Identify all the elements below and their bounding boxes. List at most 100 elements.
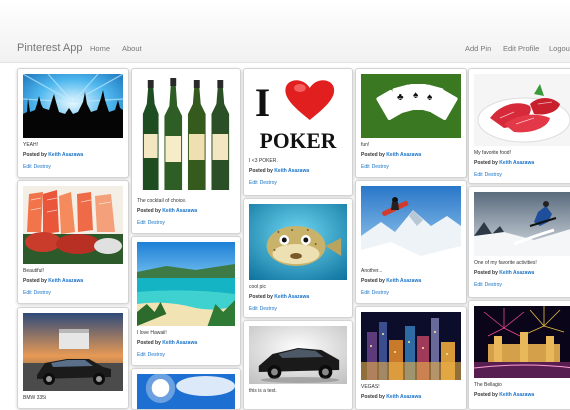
pin-card[interactable]: One of my favorite activities! Posted by…	[468, 186, 570, 298]
pin-author-link[interactable]: Keith Asazawa	[48, 152, 83, 158]
pin-author-link[interactable]: Keith Asazawa	[499, 160, 534, 166]
pin-author-link[interactable]: Keith Asazawa	[274, 168, 309, 174]
top-navbar: Pinterest App Home About Add Pin Edit Pr…	[0, 0, 570, 63]
pin-image[interactable]	[249, 204, 347, 280]
pin-image[interactable]	[23, 186, 123, 264]
pin-author-link[interactable]: Keith Asazawa	[48, 278, 83, 284]
pin-posted-by: Posted by Keith Asazawa	[474, 160, 535, 166]
destroy-link[interactable]: Destroy	[148, 352, 165, 358]
pin-actions: Edit Destroy	[249, 306, 279, 312]
pin-caption: I <3 POKER.	[249, 158, 278, 164]
pin-caption: The cocktail of choice.	[137, 198, 187, 204]
pin-caption: I love Hawaii!	[137, 330, 167, 336]
pin-image[interactable]	[137, 74, 235, 194]
pin-card[interactable]: I love Hawaii! Posted by Keith Asazawa E…	[131, 236, 241, 366]
pin-image[interactable]	[137, 242, 235, 326]
pin-image[interactable]	[249, 326, 347, 384]
poker-letter: I	[255, 81, 270, 125]
pin-card[interactable]: BMW 335i	[17, 307, 129, 409]
destroy-link[interactable]: Destroy	[372, 290, 389, 296]
pin-card[interactable]: The Bellagio Posted by Keith Asazawa	[468, 300, 570, 410]
poker-word: POKER	[260, 129, 337, 153]
pin-card[interactable]: My favorite food! Posted by Keith Asazaw…	[468, 68, 570, 184]
pin-author-link[interactable]: Keith Asazawa	[386, 278, 421, 284]
pin-posted-by: Posted by Keith Asazawa	[137, 208, 198, 214]
pin-image[interactable]	[361, 312, 461, 380]
pin-author-link[interactable]: Keith Asazawa	[162, 340, 197, 346]
pin-author-link[interactable]: Keith Asazawa	[162, 208, 197, 214]
pin-actions: Edit Destroy	[137, 352, 167, 358]
nav-edit-profile-link[interactable]: Edit Profile	[503, 44, 539, 53]
pin-image[interactable]	[474, 306, 570, 378]
pin-caption: YEAH!	[23, 142, 39, 148]
pin-actions: Edit Destroy	[474, 172, 504, 178]
pin-image[interactable]: I POKER	[249, 74, 347, 154]
pin-caption: My favorite food!	[474, 150, 511, 156]
pin-posted-by: Posted by Keith Asazawa	[23, 152, 84, 158]
pin-posted-by: Posted by Keith Asazawa	[249, 168, 310, 174]
pin-actions: Edit Destroy	[361, 290, 391, 296]
destroy-link[interactable]: Destroy	[148, 220, 165, 226]
pin-image[interactable]	[474, 74, 570, 146]
destroy-link[interactable]: Destroy	[372, 164, 389, 170]
edit-link[interactable]: Edit	[249, 180, 258, 186]
svg-text:♠: ♠	[427, 92, 433, 103]
edit-link[interactable]: Edit	[361, 164, 370, 170]
pin-author-link[interactable]: Keith Asazawa	[386, 394, 421, 400]
pin-caption: Another...	[361, 268, 383, 274]
nav-logout-link[interactable]: Logout	[549, 44, 570, 53]
pin-posted-by: Posted by Keith Asazawa	[137, 340, 198, 346]
pin-card[interactable]: YEAH! Posted by Keith Asazawa Edit Destro…	[17, 68, 129, 178]
pin-caption: cool pic	[249, 284, 266, 290]
pin-author-link[interactable]: Keith Asazawa	[274, 294, 309, 300]
svg-text:♣: ♣	[397, 92, 404, 103]
edit-link[interactable]: Edit	[137, 220, 146, 226]
destroy-link[interactable]: Destroy	[34, 290, 51, 296]
destroy-link[interactable]: Destroy	[485, 172, 502, 178]
edit-link[interactable]: Edit	[137, 352, 146, 358]
pin-image[interactable]	[23, 313, 123, 391]
nav-home-link[interactable]: Home	[90, 44, 110, 53]
pin-card[interactable]: The cocktail of choice. Posted by Keith …	[131, 68, 241, 234]
pin-author-link[interactable]: Keith Asazawa	[499, 392, 534, 398]
destroy-link[interactable]: Destroy	[34, 164, 51, 170]
pin-image[interactable]	[361, 186, 461, 264]
pin-posted-by: Posted by Keith Asazawa	[249, 294, 310, 300]
pin-author-link[interactable]: Keith Asazawa	[386, 152, 421, 158]
pin-card[interactable]	[131, 368, 241, 410]
pin-card[interactable]: cool pic Posted by Keith Asazawa Edit Des…	[243, 198, 353, 318]
pin-card[interactable]: ♠ ♠ ♣ fun! Posted by Keith Asazawa Edit D…	[355, 68, 467, 178]
pin-card[interactable]: this is a test.	[243, 320, 353, 410]
pin-posted-by: Posted by Keith Asazawa	[474, 270, 535, 276]
destroy-link[interactable]: Destroy	[485, 282, 502, 288]
edit-link[interactable]: Edit	[474, 172, 483, 178]
pin-caption: The Bellagio	[474, 382, 502, 388]
destroy-link[interactable]: Destroy	[260, 180, 277, 186]
pin-actions: Edit Destroy	[137, 220, 167, 226]
nav-about-link[interactable]: About	[122, 44, 142, 53]
pin-actions: Edit Destroy	[474, 282, 504, 288]
pin-card[interactable]: VEGAS! Posted by Keith Asazawa	[355, 306, 467, 410]
edit-link[interactable]: Edit	[23, 164, 32, 170]
nav-add-pin-link[interactable]: Add Pin	[465, 44, 491, 53]
pin-image[interactable]	[23, 74, 123, 138]
pin-card[interactable]: Beautiful! Posted by Keith Asazawa Edit D…	[17, 180, 129, 304]
pin-caption: VEGAS!	[361, 384, 380, 390]
brand-logo[interactable]: Pinterest App	[17, 42, 82, 54]
pin-posted-by: Posted by Keith Asazawa	[23, 278, 84, 284]
pin-caption: One of my favorite activities!	[474, 260, 537, 266]
pin-image[interactable]	[474, 192, 570, 256]
edit-link[interactable]: Edit	[23, 290, 32, 296]
edit-link[interactable]: Edit	[249, 306, 258, 312]
destroy-link[interactable]: Destroy	[260, 306, 277, 312]
edit-link[interactable]: Edit	[361, 290, 370, 296]
pin-card[interactable]: I POKER I <3 POKER. Posted by Keith Asaz…	[243, 68, 353, 196]
pin-caption: fun!	[361, 142, 370, 148]
pin-image[interactable]	[137, 374, 235, 409]
pin-posted-by: Posted by Keith Asazawa	[361, 278, 422, 284]
pin-author-link[interactable]: Keith Asazawa	[499, 270, 534, 276]
pin-caption: BMW 335i	[23, 395, 47, 401]
edit-link[interactable]: Edit	[474, 282, 483, 288]
pin-card[interactable]: Another... Posted by Keith Asazawa Edit D…	[355, 180, 467, 304]
pin-image[interactable]: ♠ ♠ ♣	[361, 74, 461, 138]
